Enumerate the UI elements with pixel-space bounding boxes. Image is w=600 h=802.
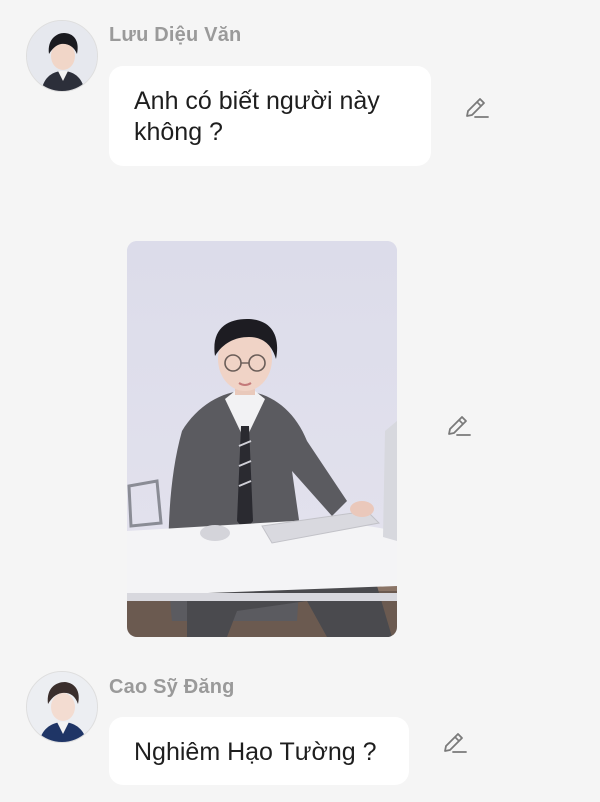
message-text: Nghiêm Hạo Tường ?: [134, 738, 377, 766]
sender-name: Cao Sỹ Đăng: [109, 676, 235, 698]
pencil-edit-icon[interactable]: [463, 95, 491, 123]
avatar-cao-sy-dang[interactable]: [26, 671, 98, 743]
message-bubble[interactable]: Anh có biết người này không ?: [109, 66, 431, 166]
avatar-photo-icon: [27, 21, 97, 91]
message-text: Anh có biết người này không ?: [134, 87, 380, 146]
chat-thread: Lưu Diệu Văn Anh có biết người này không…: [0, 0, 600, 802]
sender-name: Lưu Diệu Văn: [109, 24, 242, 46]
pencil-edit-icon[interactable]: [445, 413, 473, 441]
pencil-edit-icon[interactable]: [441, 730, 469, 758]
avatar-photo-icon: [27, 672, 97, 742]
avatar-luu-dieu-van[interactable]: [26, 20, 98, 92]
message-bubble[interactable]: Nghiêm Hạo Tường ?: [109, 717, 409, 785]
photo-image: [127, 241, 397, 637]
shared-photo[interactable]: [127, 241, 397, 637]
